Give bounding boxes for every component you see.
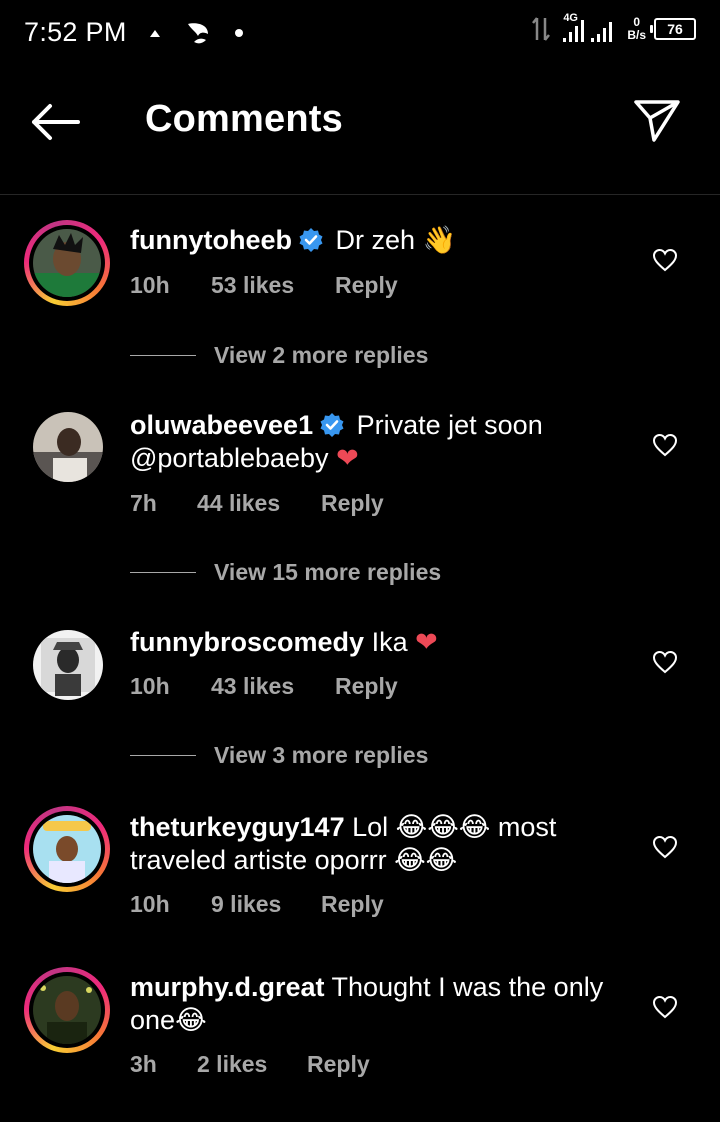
- bird-app-icon: [188, 23, 208, 44]
- reply-button[interactable]: Reply: [321, 490, 384, 517]
- avatar[interactable]: [33, 412, 103, 482]
- avatar[interactable]: [24, 967, 110, 1053]
- comment-meta: 7h 44 likes Reply: [130, 490, 384, 517]
- comment-likes[interactable]: 44 likes: [197, 490, 321, 517]
- page-title: Comments: [145, 98, 343, 140]
- avatar[interactable]: [24, 220, 110, 306]
- paper-plane-icon: [634, 100, 680, 142]
- comment-username[interactable]: theturkeyguy147: [130, 812, 345, 842]
- comment-text: murphy.d.great Thought I was the only on…: [130, 972, 604, 1036]
- comment-meta: 10h 9 likes Reply: [130, 891, 384, 918]
- comment-username[interactable]: funnytoheeb: [130, 225, 292, 255]
- comments-header: Comments: [0, 66, 720, 195]
- status-right-icons: 4G 0 B/s 76: [531, 12, 696, 44]
- reply-button[interactable]: Reply: [335, 673, 398, 700]
- network-type: 4G: [563, 12, 578, 24]
- dot-icon: [235, 29, 243, 37]
- comment-likes[interactable]: 9 likes: [211, 891, 321, 918]
- comment-text: funnytoheeb Dr zeh 👋: [130, 225, 457, 256]
- heart-outline-icon[interactable]: [652, 835, 678, 859]
- comment-username[interactable]: funnybroscomedy: [130, 627, 364, 657]
- share-button[interactable]: [632, 96, 682, 144]
- avatar[interactable]: [33, 630, 103, 700]
- view-more-replies[interactable]: View 3 more replies: [130, 742, 428, 769]
- data-arrows-icon: [532, 17, 551, 41]
- view-more-replies[interactable]: View 2 more replies: [130, 342, 428, 369]
- status-time: 7:52 PM: [24, 17, 127, 47]
- arrow-left-icon: [32, 104, 80, 140]
- comment-text: theturkeyguy147 Lol 😂😂😂 most traveled ar…: [130, 812, 557, 876]
- comment-meta: 10h 53 likes Reply: [130, 272, 398, 299]
- verified-badge-icon: [320, 413, 344, 437]
- heart-outline-icon[interactable]: [652, 650, 678, 674]
- status-bar: 7:52 PM 4G 0 B/s 76: [0, 0, 720, 66]
- reply-button[interactable]: Reply: [321, 891, 384, 918]
- comment-time: 10h: [130, 891, 170, 917]
- comment-text: oluwabeevee1 Private jet soon @portableb…: [130, 410, 543, 474]
- status-notification-icons: [148, 20, 244, 46]
- comment-likes[interactable]: 53 likes: [211, 272, 335, 299]
- reply-button[interactable]: Reply: [307, 1051, 370, 1078]
- comment-likes[interactable]: 2 likes: [197, 1051, 307, 1078]
- heart-outline-icon[interactable]: [652, 433, 678, 457]
- heart-outline-icon[interactable]: [652, 248, 678, 272]
- verified-badge-icon: [299, 228, 323, 252]
- reply-button[interactable]: Reply: [335, 272, 398, 299]
- comment-meta: 10h 43 likes Reply: [130, 673, 398, 700]
- comment-likes[interactable]: 43 likes: [211, 673, 335, 700]
- mention-link[interactable]: @portablebaeby: [130, 443, 329, 473]
- avatar[interactable]: [24, 806, 110, 892]
- comment-time: 7h: [130, 490, 157, 516]
- signal-icon: 4G: [559, 12, 619, 44]
- comment-username[interactable]: murphy.d.great: [130, 972, 325, 1002]
- battery-icon: 76: [650, 18, 696, 40]
- notification-app-icon: [150, 30, 160, 37]
- view-more-replies[interactable]: View 15 more replies: [130, 559, 441, 586]
- comment-meta: 3h 2 likes Reply: [130, 1051, 370, 1078]
- comment-time: 10h: [130, 272, 170, 298]
- network-speed: 0 B/s: [627, 15, 646, 42]
- comment-username[interactable]: oluwabeevee1: [130, 410, 313, 440]
- back-button[interactable]: [30, 102, 82, 142]
- comment-time: 10h: [130, 673, 170, 699]
- heart-outline-icon[interactable]: [652, 995, 678, 1019]
- comment-time: 3h: [130, 1051, 157, 1077]
- comment-text: funnybroscomedy Ika ❤: [130, 627, 438, 658]
